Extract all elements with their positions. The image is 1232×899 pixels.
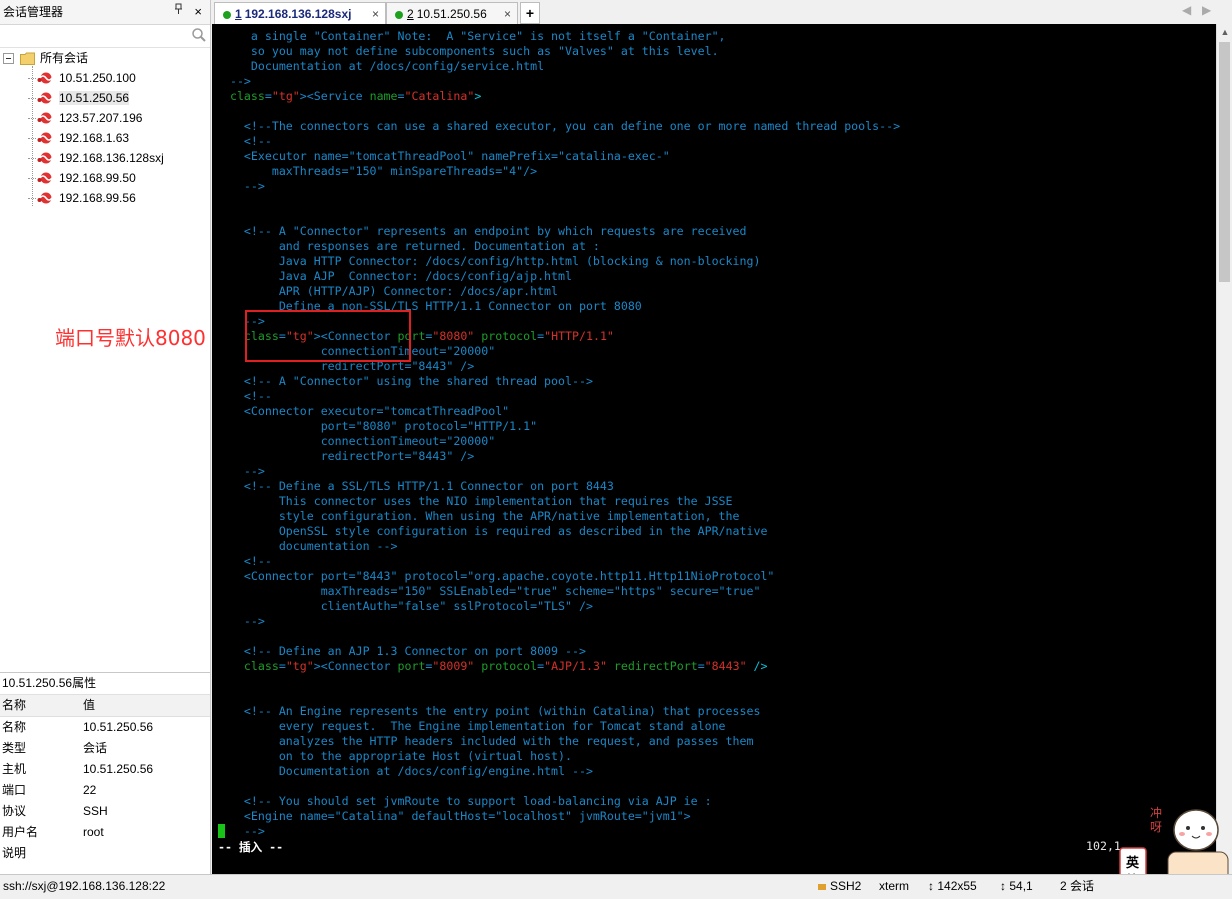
property-key: 用户名 (2, 825, 39, 839)
tab-scroll-left-icon[interactable]: ◀ (1182, 3, 1191, 17)
highlight-box (245, 310, 411, 362)
properties-header-name: 名称 (2, 698, 27, 712)
terminal-view[interactable]: a single "Container" Note: A "Service" i… (212, 24, 1216, 874)
session-label: 192.168.136.128sxj (59, 151, 164, 165)
session-manager-panel: 会话管理器 × 所有会话 10.51.250.100 10.51.250.56 12… (0, 0, 211, 875)
session-label: 192.168.99.56 (59, 191, 136, 205)
collapse-icon[interactable] (3, 53, 14, 64)
property-key: 名称 (2, 720, 27, 734)
vim-mode-indicator: -- 插入 -- (218, 840, 284, 854)
status-cursor: ↕ 54,1 (1000, 879, 1033, 893)
session-icon (37, 151, 53, 165)
session-icon (37, 111, 53, 125)
property-value: 10.51.250.56 (83, 720, 154, 734)
folder-icon (20, 51, 35, 65)
terminal-scrollbar[interactable]: ▲ ▼ (1216, 24, 1232, 874)
property-key: 端口 (2, 783, 27, 797)
tree-root-all-sessions[interactable]: 所有会话 (0, 48, 210, 68)
tab-close-icon[interactable]: × (504, 3, 511, 25)
session-label: 192.168.99.50 (59, 171, 136, 185)
properties-header: 名称 值 (0, 695, 210, 717)
property-row: 端口 22 (0, 780, 210, 801)
session-icon (37, 171, 53, 185)
status-size-text: 142x55 (937, 879, 977, 893)
property-key: 协议 (2, 804, 27, 818)
terminal-cursor (218, 824, 225, 838)
status-cursor-text: 54,1 (1009, 879, 1033, 893)
properties-panel: 10.51.250.56属性 名称 值 名称 10.51.250.56 类型 会话主机… (0, 672, 210, 875)
session-icon (37, 131, 53, 145)
property-value: 22 (83, 783, 97, 797)
session-search-row (0, 25, 210, 48)
session-label: 192.168.1.63 (59, 131, 130, 145)
ime-badge-1[interactable]: 英 (1126, 852, 1139, 871)
property-value: 10.51.250.56 (83, 762, 154, 776)
property-key: 说明 (2, 846, 27, 860)
tab-bar: 1 192.168.136.128sxj × 2 10.51.250.56 × + … (212, 0, 1232, 25)
pin-icon[interactable] (174, 0, 184, 24)
property-value: root (83, 825, 104, 839)
lock-icon (818, 883, 826, 890)
property-row: 协议 SSH (0, 801, 210, 822)
status-protocol-text: SSH2 (830, 879, 862, 893)
status-bar: ssh://sxj@192.168.136.128:22 SSH2 xterm … (0, 874, 1232, 897)
port-annotation: 端口号默认8080 (55, 326, 206, 350)
connected-status-icon (395, 10, 403, 19)
tab-session-1[interactable]: 1 192.168.136.128sxj × (214, 2, 386, 25)
property-row: 用户名 root (0, 822, 210, 843)
session-manager-title-bar: 会话管理器 × (0, 0, 210, 25)
tab-label: 10.51.250.56 (416, 7, 487, 21)
session-icon (37, 191, 53, 205)
properties-header-value: 值 (83, 698, 96, 712)
scrollbar-thumb[interactable] (1219, 42, 1230, 282)
tree-line (32, 66, 33, 206)
properties-rows: 名称 10.51.250.56 类型 会话主机 10.51.250.56 端口 22 协议 SS… (0, 717, 210, 864)
tab-label: 192.168.136.128sxj (244, 7, 352, 21)
tab-scroll-right-icon[interactable]: ▶ (1202, 3, 1211, 17)
session-manager-title: 会话管理器 (3, 5, 64, 19)
session-label: 123.57.207.196 (59, 111, 143, 125)
properties-title: 10.51.250.56属性 (0, 673, 210, 695)
tab-number: 2 (407, 7, 414, 21)
terminal-text: a single "Container" Note: A "Service" i… (216, 29, 901, 838)
status-protocol: SSH2 (818, 875, 861, 897)
session-search-input[interactable] (2, 27, 194, 45)
session-icon (37, 91, 53, 105)
session-icon (37, 71, 53, 85)
status-connection: ssh://sxj@192.168.136.128:22 (3, 879, 166, 893)
property-key: 类型 (2, 741, 27, 755)
connected-status-icon (223, 10, 231, 19)
close-icon[interactable]: × (194, 0, 202, 24)
tree-root-label: 所有会话 (40, 51, 89, 65)
tab-number: 1 (235, 7, 242, 21)
session-label: 10.51.250.100 (59, 71, 136, 85)
property-row: 主机 10.51.250.56 (0, 759, 210, 780)
new-tab-button[interactable]: + (520, 2, 540, 24)
session-label: 10.51.250.56 (59, 91, 130, 105)
tab-session-2[interactable]: 2 10.51.250.56 × (386, 2, 518, 25)
scroll-up-icon[interactable]: ▲ (1217, 24, 1232, 40)
property-value: 会话 (83, 741, 108, 755)
property-row: 说明 (0, 843, 210, 864)
status-sessions: 2 会话 (1060, 879, 1095, 893)
session-tree: 所有会话 10.51.250.100 10.51.250.56 123.57.207… (0, 48, 210, 208)
property-value: SSH (83, 804, 108, 818)
property-row: 名称 10.51.250.56 (0, 717, 210, 738)
search-icon[interactable] (191, 27, 207, 43)
property-row: 类型 会话 (0, 738, 210, 759)
status-size: ↕ 142x55 (928, 879, 977, 893)
tab-close-icon[interactable]: × (372, 3, 379, 25)
mascot-text-2: 呀 (1150, 820, 1163, 834)
status-terminal-type: xterm (879, 879, 909, 893)
property-key: 主机 (2, 762, 27, 776)
